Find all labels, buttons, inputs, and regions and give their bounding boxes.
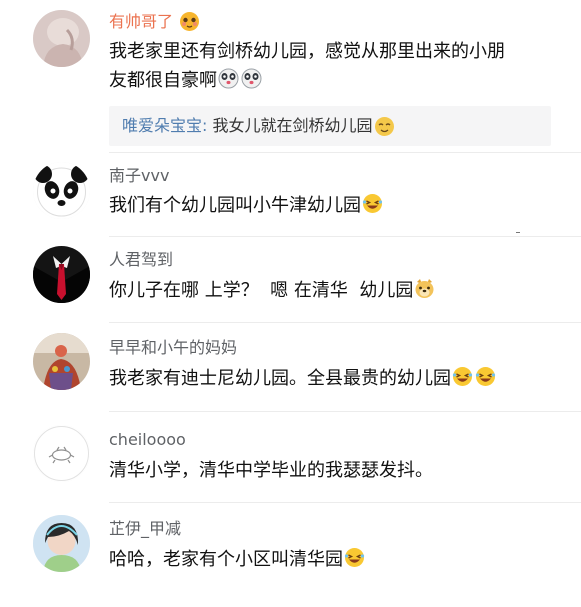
shy-emoji-icon (374, 116, 394, 136)
comment-text: 哈哈，老家有个小区叫清华园 (109, 545, 559, 574)
reply-text: 唯爱朵宝宝: 我女儿就在剑桥幼儿园 (122, 116, 394, 136)
comment-line: 我老家里还有剑桥幼儿园，感觉从那里出来的小朋 (109, 41, 505, 62)
username[interactable]: 有帅哥了 (109, 11, 200, 32)
divider (109, 411, 581, 412)
avatar[interactable] (33, 10, 90, 67)
username[interactable]: 芷伊_甲减 (109, 519, 181, 539)
comment-text: 你儿子在哪 上学？ 嗯 在清华 幼儿园 (109, 276, 559, 305)
avatar[interactable] (33, 162, 90, 219)
comment-text: 我老家里还有剑桥幼儿园，感觉从那里出来的小朋 友都很自豪啊 (109, 37, 559, 95)
comment-line-text: 你儿子在哪 上学？ 嗯 在清华 幼儿园 (109, 280, 414, 301)
comment-text: 我老家有迪士尼幼儿园。全县最贵的幼儿园 (109, 364, 559, 393)
username[interactable]: cheiloooo (109, 430, 186, 450)
comment-text: 我们有个幼儿园叫小牛津幼儿园 (109, 191, 559, 220)
avatar[interactable] (33, 515, 90, 572)
comment-list: 有帅哥了 我老家里还有剑桥幼儿园，感觉从那里出来的小朋 友都很自豪啊 唯爱朵宝宝… (0, 0, 581, 607)
panda-emoji-icon (241, 68, 262, 89)
doge-emoji-icon (414, 278, 435, 299)
comment-line-text: 我老家有迪士尼幼儿园。全县最贵的幼儿园 (109, 368, 451, 389)
username[interactable]: 南子vvv (109, 166, 169, 186)
username[interactable]: 人君驾到 (109, 250, 173, 270)
laughing-emoji-icon (452, 366, 473, 387)
comment-line: 友都很自豪啊 (109, 66, 559, 95)
shy-emoji-icon (179, 11, 200, 31)
divider (109, 152, 581, 153)
panda-emoji-icon (218, 68, 239, 89)
reply-content: 我女儿就在剑桥幼儿园 (207, 116, 373, 135)
comment-line-text: 我们有个幼儿园叫小牛津幼儿园 (109, 195, 361, 216)
reply-username[interactable]: 唯爱朵宝宝: (122, 116, 207, 135)
laughing-emoji-icon (362, 193, 383, 214)
avatar[interactable] (33, 246, 90, 303)
reply-box[interactable]: 唯爱朵宝宝: 我女儿就在剑桥幼儿园 (109, 106, 551, 146)
username[interactable]: 早早和小午的妈妈 (109, 338, 237, 358)
divider (109, 502, 581, 503)
divider (109, 322, 581, 323)
avatar[interactable] (33, 425, 90, 482)
laughing-emoji-icon (344, 547, 365, 568)
laughing-emoji-icon (475, 366, 496, 387)
comment-text: 清华小学，清华中学毕业的我瑟瑟发抖。 (109, 460, 433, 481)
username-text[interactable]: 有帅哥了 (109, 12, 173, 31)
avatar[interactable] (33, 333, 90, 390)
comment-line-text: 友都很自豪啊 (109, 70, 217, 91)
divider (516, 232, 520, 233)
divider (109, 236, 581, 237)
comment-line-text: 哈哈，老家有个小区叫清华园 (109, 549, 343, 570)
